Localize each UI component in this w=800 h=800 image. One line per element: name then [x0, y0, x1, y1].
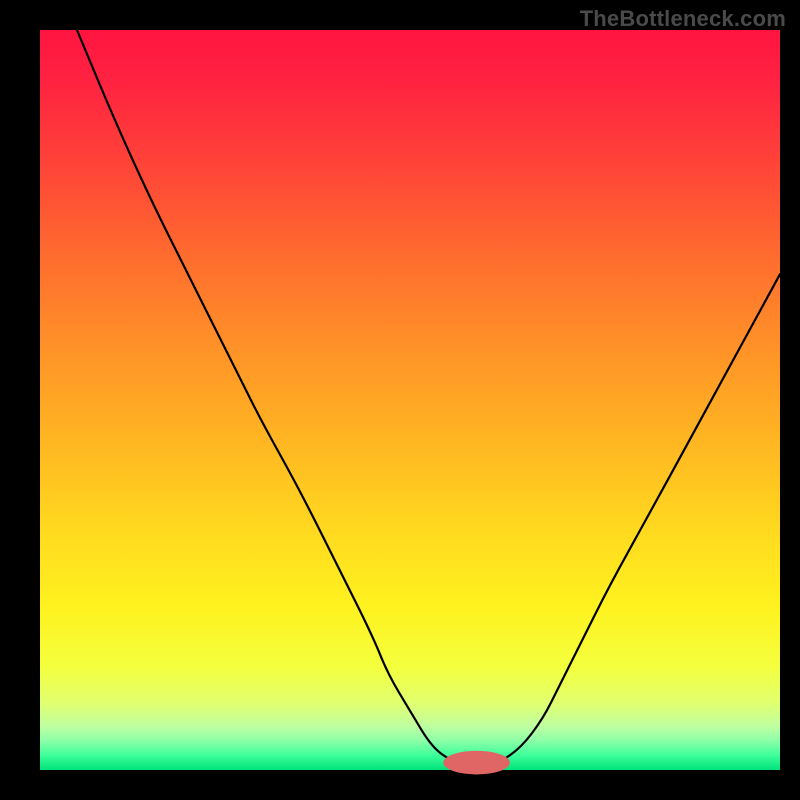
- chart-stage: TheBottleneck.com: [0, 0, 800, 800]
- plot-background: [40, 30, 780, 770]
- optimal-point-marker: [443, 751, 510, 775]
- bottleneck-chart: [0, 0, 800, 800]
